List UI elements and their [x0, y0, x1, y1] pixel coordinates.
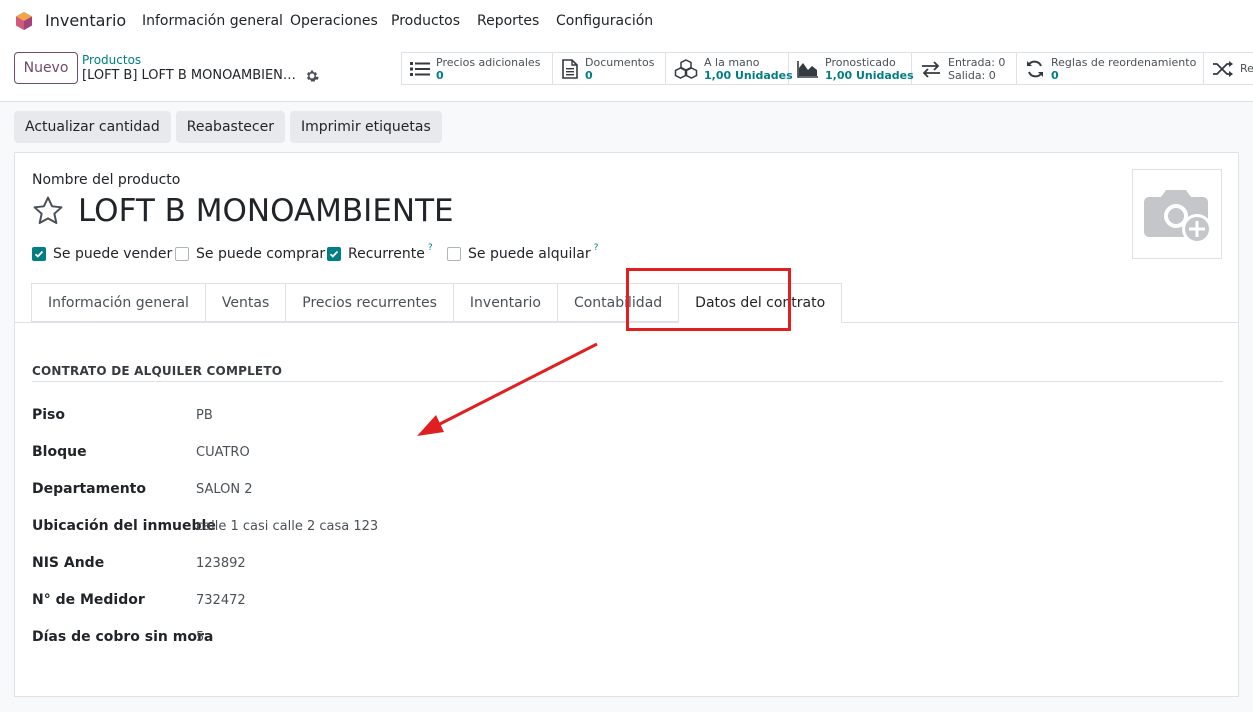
top-navbar: Inventario Información general Operacion… — [0, 0, 1253, 42]
checkbox-unchecked[interactable] — [447, 247, 461, 261]
smart-button-pronosticado[interactable]: Pronosticado 1,00 Unidades — [789, 53, 914, 84]
print-labels-button[interactable]: Imprimir etiquetas — [290, 111, 442, 143]
app-name[interactable]: Inventario — [45, 11, 126, 30]
menu-reportes[interactable]: Reportes — [477, 13, 539, 29]
checkbox-checked[interactable] — [32, 247, 46, 261]
smart-button-value: Salida: 0 — [948, 68, 996, 82]
checkbox-rent-ok[interactable]: Se puede alquilar ? — [447, 243, 599, 262]
form-sheet: Nombre del producto LOFT B MONOAMBIENTE … — [14, 152, 1239, 697]
field-row-piso: Piso PB — [32, 407, 632, 427]
help-tooltip-icon[interactable]: ? — [594, 243, 599, 253]
field-value[interactable]: 5 — [196, 630, 204, 645]
field-row-medidor: N° de Medidor 732472 — [32, 592, 632, 612]
smart-button-label: Re — [1240, 62, 1253, 75]
field-value[interactable]: 123892 — [196, 556, 246, 571]
product-name-label: Nombre del producto — [32, 172, 181, 188]
field-row-ubicacion: Ubicación del inmueble calle 1 casi call… — [32, 518, 632, 538]
checkbox-unchecked[interactable] — [175, 247, 189, 261]
smart-button-documentos[interactable]: Documentos 0 — [553, 53, 666, 84]
replenish-button[interactable]: Reabastecer — [175, 111, 285, 143]
field-row-bloque: Bloque CUATRO — [32, 444, 632, 464]
field-label: Piso — [32, 407, 66, 423]
menu-operaciones[interactable]: Operaciones — [290, 13, 378, 29]
field-row-departamento: Departamento SALON 2 — [32, 481, 632, 501]
help-tooltip-icon[interactable]: ? — [428, 243, 433, 253]
area-chart-icon — [797, 60, 818, 78]
smart-button-value: 1,00 Unidades — [704, 68, 793, 82]
exchange-icon — [922, 60, 940, 78]
smart-button-label: Entrada: 0 — [948, 55, 1006, 69]
checkbox-sale-ok[interactable]: Se puede vender — [32, 246, 172, 262]
action-bar: Actualizar cantidad Reabastecer Imprimir… — [14, 111, 442, 143]
field-label: NIS Ande — [32, 555, 105, 571]
field-row-dias-cobro: Días de cobro sin mora 5 — [32, 629, 632, 649]
annotation-highlight-box — [626, 268, 791, 331]
checkbox-recurring[interactable]: Recurrente ? — [327, 243, 433, 262]
cubes-icon — [674, 58, 698, 79]
product-image[interactable] — [1132, 169, 1222, 259]
smart-button-value: 0 — [436, 68, 444, 82]
tab-inventario[interactable]: Inventario — [452, 283, 557, 322]
field-value[interactable]: PB — [196, 408, 213, 423]
group-title: CONTRATO DE ALQUILER COMPLETO — [32, 364, 283, 378]
checkbox-checked[interactable] — [327, 247, 341, 261]
breadcrumb-current: [LOFT B] LOFT B MONOAMBIEN… — [82, 68, 296, 83]
smart-button-label: Precios adicionales — [436, 55, 541, 69]
smart-button-label: Reglas de reordenamiento — [1051, 55, 1197, 69]
field-label: Bloque — [32, 444, 87, 460]
menu-productos[interactable]: Productos — [391, 13, 460, 29]
smart-button-precios-adicionales[interactable]: Precios adicionales 0 — [402, 53, 553, 84]
product-name[interactable]: LOFT B MONOAMBIENTE — [78, 193, 454, 229]
menu-configuracion[interactable]: Configuración — [556, 13, 653, 29]
camera-plus-icon — [1144, 190, 1212, 244]
random-icon — [1213, 60, 1233, 77]
smart-button-reglas-reordenamiento[interactable]: Reglas de reordenamiento 0 — [1017, 53, 1204, 84]
checkbox-purchase-ok[interactable]: Se puede comprar — [175, 246, 325, 262]
control-panel: Nuevo Productos [LOFT B] LOFT B MONOAMBI… — [0, 42, 1253, 102]
document-icon — [562, 58, 578, 79]
smart-button-value: 0 — [585, 68, 593, 82]
list-icon — [410, 61, 430, 76]
checkbox-label: Se puede vender — [53, 246, 173, 262]
menu-informacion-general[interactable]: Información general — [142, 13, 283, 29]
field-label: Ubicación del inmueble — [32, 518, 216, 534]
field-label: Departamento — [32, 481, 146, 497]
tab-ventas[interactable]: Ventas — [204, 283, 286, 322]
star-icon[interactable] — [31, 194, 65, 228]
tab-informacion-general[interactable]: Información general — [31, 283, 205, 322]
smart-buttons: Precios adicionales 0 Documentos 0 A la ma… — [401, 52, 1253, 85]
smart-button-entrada-salida[interactable]: Entrada: 0 Salida: 0 — [912, 53, 1017, 84]
tab-precios-recurrentes[interactable]: Precios recurrentes — [285, 283, 453, 322]
app-logo-icon[interactable] — [14, 11, 34, 31]
smart-button-reglas[interactable]: Re — [1204, 53, 1253, 84]
field-label: N° de Medidor — [32, 592, 145, 608]
check-icon — [329, 250, 339, 258]
group-divider — [32, 381, 1223, 382]
checkbox-label: Se puede alquilar — [468, 246, 591, 262]
gear-icon[interactable] — [305, 69, 319, 83]
checkbox-label: Recurrente — [348, 246, 425, 262]
field-value[interactable]: calle 1 casi calle 2 casa 123 — [196, 519, 378, 534]
field-row-nis-ande: NIS Ande 123892 — [32, 555, 632, 575]
new-button[interactable]: Nuevo — [14, 52, 78, 84]
smart-button-label: A la mano — [704, 55, 760, 69]
field-value[interactable]: CUATRO — [196, 445, 250, 460]
smart-button-a-la-mano[interactable]: A la mano 1,00 Unidades — [666, 53, 793, 84]
checkbox-label: Se puede comprar — [196, 246, 326, 262]
breadcrumb-parent[interactable]: Productos — [82, 53, 141, 67]
field-value[interactable]: 732472 — [196, 593, 246, 608]
refresh-icon — [1027, 60, 1043, 77]
update-quantity-button[interactable]: Actualizar cantidad — [14, 111, 171, 143]
check-icon — [34, 250, 44, 258]
smart-button-label: Documentos — [585, 55, 655, 69]
smart-button-value: 0 — [1051, 68, 1059, 82]
smart-button-value: 1,00 Unidades — [825, 68, 914, 82]
field-value[interactable]: SALON 2 — [196, 482, 253, 497]
field-label: Días de cobro sin mora — [32, 629, 214, 645]
smart-button-label: Pronosticado — [825, 55, 896, 69]
